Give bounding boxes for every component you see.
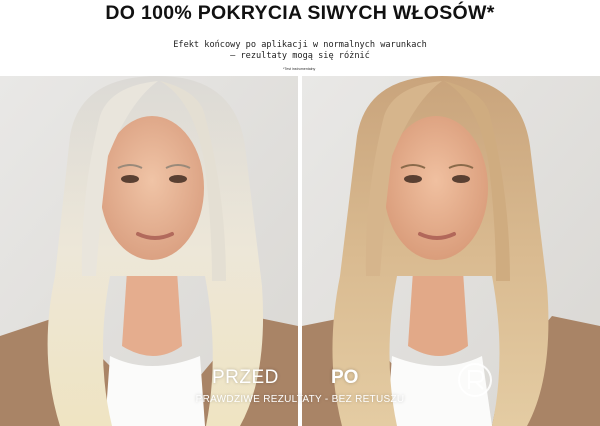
after-label: PO [331,367,359,388]
caption: PRAWDZIWE REZULTATY - BEZ RETUSZU [195,394,405,405]
brand-r-logo-icon [455,360,495,400]
before-label: PRZED [212,367,279,388]
subtitle-line-2: – rezultaty mogą się różnić [230,51,370,61]
footnote: *Test instrumentalny [283,67,316,71]
headline: DO 100% POKRYCIA SIWYCH WŁOSÓW* [105,2,495,24]
subtitle-line-1: Efekt końcowy po aplikacji w normalnych … [173,40,427,50]
